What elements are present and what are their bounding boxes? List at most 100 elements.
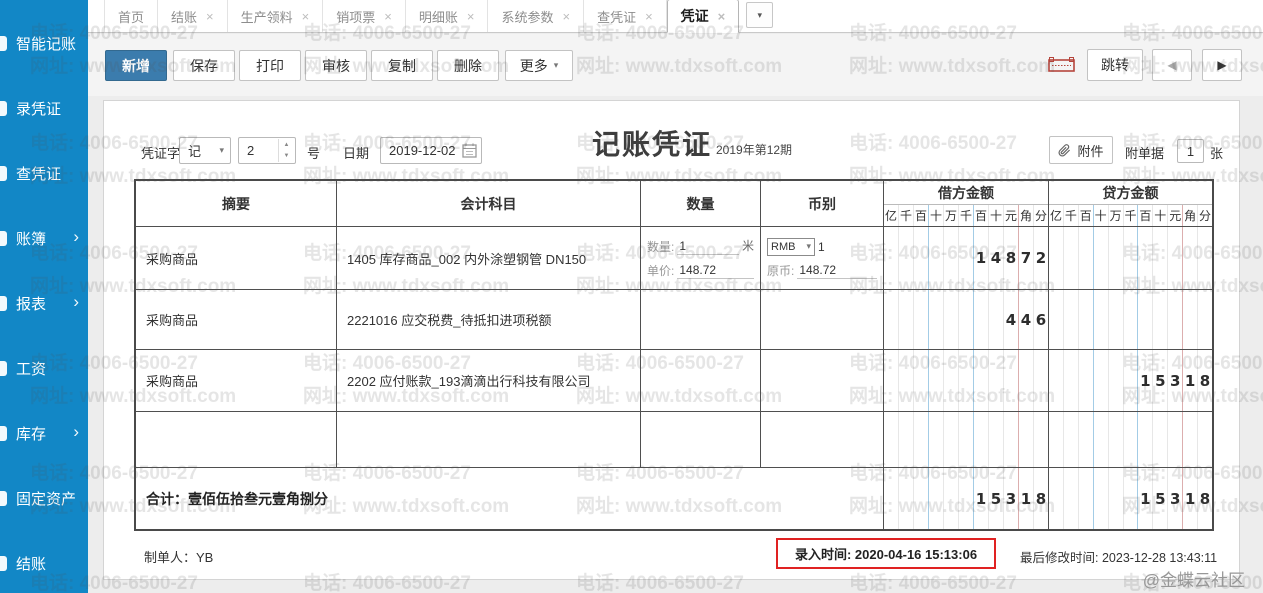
digit-column: 1 — [1183, 468, 1198, 529]
tab-生产领料[interactable]: 生产领料× — [228, 0, 324, 32]
spin-up-icon[interactable]: ▲ — [279, 139, 294, 151]
debit-amount-grid[interactable]: 14872 — [884, 227, 1049, 289]
sidebar-item-报表[interactable]: 报表› — [0, 286, 88, 320]
新增-button[interactable]: 新增 — [105, 50, 167, 81]
currency-select[interactable]: RMB▾ — [767, 238, 815, 256]
account-cell[interactable]: 2202 应付账款_193滴滴出行科技有限公司 — [337, 350, 641, 411]
table-row: 采购商品2221016 应交税费_待抵扣进项税额 446 — [136, 290, 1212, 350]
chevron-down-icon: ▾ — [806, 241, 811, 252]
entry-time-highlight: 录入时间: 2020-04-16 15:13:06 — [776, 538, 996, 569]
digit-column — [989, 290, 1004, 349]
attach-doc-input[interactable]: 1 — [1177, 139, 1204, 163]
currency-cell[interactable] — [761, 350, 884, 411]
sidebar-item-库存[interactable]: 库存› — [0, 416, 88, 450]
credit-amount-grid[interactable] — [1049, 290, 1212, 349]
preparer: 制单人：YB — [144, 547, 213, 566]
删除-button[interactable]: 删除 — [437, 50, 499, 81]
calendar-icon[interactable] — [462, 143, 477, 161]
tab-凭证[interactable]: 凭证 × — [667, 0, 740, 33]
digit-column — [1079, 290, 1094, 349]
sidebar-item-固定资产[interactable]: 固定资产 — [0, 481, 88, 515]
more-button[interactable]: 更多▾ — [505, 50, 573, 81]
tab-overflow-button[interactable]: ▾ — [746, 2, 773, 28]
tab-明细账[interactable]: 明细账× — [406, 0, 489, 32]
keyboard-icon[interactable] — [1048, 57, 1075, 79]
summary-cell[interactable] — [136, 412, 337, 467]
审核-button[interactable]: 审核 — [305, 50, 367, 81]
digit-column: 1 — [974, 227, 989, 289]
modified-label: 最后修改时间: — [1020, 551, 1098, 565]
original-currency-value[interactable]: 148.72 — [797, 263, 877, 279]
credit-amount-grid[interactable] — [1049, 412, 1212, 467]
sidebar-item-结账[interactable]: 结账 — [0, 546, 88, 580]
voucher-word-select[interactable]: 记 ▾ — [179, 137, 231, 164]
打印-button[interactable]: 打印 — [239, 50, 301, 81]
close-icon[interactable]: × — [718, 10, 726, 23]
quantity-cell[interactable] — [641, 290, 761, 349]
close-icon[interactable]: × — [645, 10, 653, 23]
debit-amount-grid[interactable] — [884, 412, 1049, 467]
summary-cell[interactable]: 采购商品 — [136, 290, 337, 349]
table-row: 采购商品1405 库存商品_002 内外涂塑钢管 DN150数量:1米单价:14… — [136, 227, 1212, 290]
digit-column — [1004, 350, 1019, 411]
quantity-cell[interactable]: 数量:1米单价:148.72 — [641, 227, 761, 289]
quantity-cell[interactable] — [641, 412, 761, 467]
close-icon[interactable]: × — [206, 10, 214, 23]
account-cell[interactable]: 1405 库存商品_002 内外涂塑钢管 DN150 — [337, 227, 641, 289]
digit-column: 2 — [1034, 227, 1048, 289]
tab-系统参数[interactable]: 系统参数× — [488, 0, 584, 32]
digit-column — [1094, 350, 1109, 411]
spinner-arrows[interactable]: ▲ ▼ — [278, 139, 294, 162]
account-cell[interactable]: 2221016 应交税费_待抵扣进项税额 — [337, 290, 641, 349]
credit-amount-grid[interactable]: 15318 — [1049, 350, 1212, 411]
digit-column: 4 — [1004, 290, 1019, 349]
复制-button[interactable]: 复制 — [371, 50, 433, 81]
digit-column — [1094, 227, 1109, 289]
tab-查凭证[interactable]: 查凭证× — [584, 0, 667, 32]
close-icon[interactable]: × — [467, 10, 475, 23]
summary-cell[interactable]: 采购商品 — [136, 227, 337, 289]
digit-column — [929, 227, 944, 289]
tab-label: 凭证 — [681, 6, 709, 26]
digit-column — [959, 412, 974, 467]
digit-column — [899, 227, 914, 289]
digit-column — [1198, 290, 1212, 349]
spin-down-icon[interactable]: ▼ — [279, 151, 294, 163]
digit-column — [1183, 412, 1198, 467]
tab-label: 结账 — [171, 7, 197, 26]
sidebar-item-录凭证[interactable]: 录凭证 — [0, 91, 88, 125]
credit-amount-grid[interactable] — [1049, 227, 1212, 289]
col-header-summary: 摘要 — [136, 181, 337, 226]
sidebar-item-label: 库存 — [16, 423, 46, 444]
attachment-button[interactable]: 附件 — [1049, 136, 1113, 164]
close-icon[interactable]: × — [302, 10, 310, 23]
tab-首页[interactable]: 首页 — [104, 0, 158, 32]
voucher-number-suffix: 号 — [307, 143, 320, 162]
voucher-number-stepper[interactable]: 2 ▲ ▼ — [238, 137, 296, 164]
unit-price-value[interactable]: 148.72 — [677, 263, 754, 279]
previous-voucher-button[interactable]: ◀ — [1152, 49, 1192, 81]
quantity-value[interactable]: 1 — [677, 239, 739, 255]
jump-button[interactable]: 跳转 — [1087, 49, 1143, 81]
debit-amount-grid[interactable] — [884, 350, 1049, 411]
sidebar-item-工资[interactable]: 工资 — [0, 351, 88, 385]
account-cell[interactable] — [337, 412, 641, 467]
tab-销项票[interactable]: 销项票× — [323, 0, 406, 32]
next-voucher-button[interactable]: ▶ — [1202, 49, 1242, 81]
sidebar-item-账簿[interactable]: 账簿› — [0, 221, 88, 255]
sidebar-item-查凭证[interactable]: 查凭证 — [0, 156, 88, 190]
sidebar-item-智能记账[interactable]: 智能记账 — [0, 26, 88, 60]
summary-cell[interactable]: 采购商品 — [136, 350, 337, 411]
digit-column: 角 — [1019, 205, 1034, 226]
amount-header-label: 贷方金额 — [1049, 181, 1212, 205]
date-input[interactable]: 2019-12-02 — [380, 137, 482, 164]
close-icon[interactable]: × — [384, 10, 392, 23]
close-icon[interactable]: × — [562, 10, 570, 23]
quantity-cell[interactable] — [641, 350, 761, 411]
debit-amount-grid[interactable]: 446 — [884, 290, 1049, 349]
保存-button[interactable]: 保存 — [173, 50, 235, 81]
currency-cell[interactable]: RMB▾1原币:148.72 — [761, 227, 884, 289]
currency-cell[interactable] — [761, 290, 884, 349]
currency-cell[interactable] — [761, 412, 884, 467]
tab-结账[interactable]: 结账 × — [158, 0, 228, 32]
